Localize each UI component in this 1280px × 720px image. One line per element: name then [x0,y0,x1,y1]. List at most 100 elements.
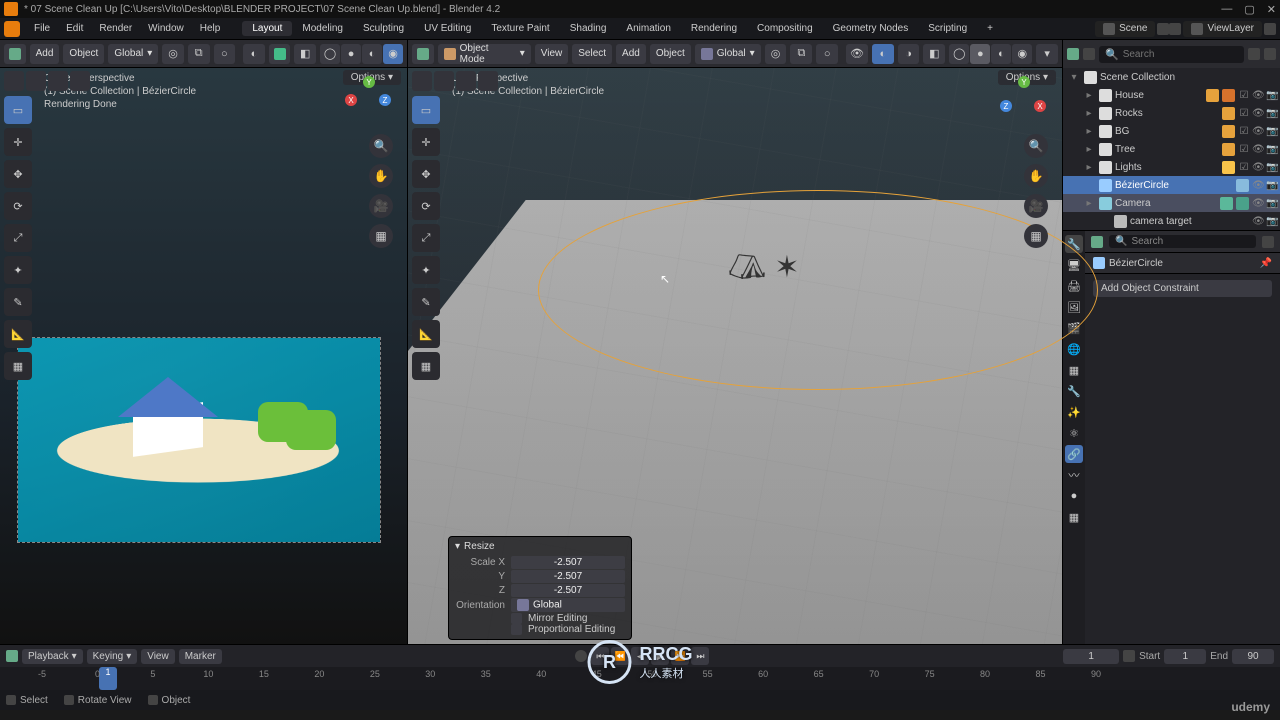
tool-add[interactable]: ▦ [412,352,440,380]
disclosure-triangle-icon[interactable] [1084,90,1094,101]
shading-rendered-icon[interactable]: ◉ [1012,44,1032,64]
nav-gizmo[interactable]: X Y Z [345,76,393,124]
outliner-editor-icon[interactable] [1067,48,1079,60]
minimize-icon[interactable]: — [1221,3,1232,16]
tab-shading[interactable]: Shading [560,21,617,36]
shading-solid-icon[interactable]: ● [970,44,990,64]
end-frame-field[interactable]: 90 [1232,649,1274,664]
close-icon[interactable]: ✕ [1267,3,1276,16]
props-tab-particle-icon[interactable]: ✨ [1065,403,1083,421]
props-tab-world-icon[interactable]: 🌐 [1065,340,1083,358]
camera-view-icon[interactable]: 🎥 [369,194,393,218]
xray-icon[interactable]: ◧ [923,44,945,64]
axis-z-ball[interactable]: Z [1000,100,1012,112]
perspective-icon[interactable]: ▦ [369,224,393,248]
play-icon[interactable]: ▶ [651,647,669,665]
props-tab-constraints-icon[interactable]: 🔗 [1065,445,1083,463]
disclosure-triangle-icon[interactable] [1084,144,1094,155]
tree-item-camera-target[interactable]: camera target 👁📷 [1063,212,1280,230]
outliner-filter-icon[interactable] [1248,48,1260,60]
tree-item-house[interactable]: House ☑👁📷 [1063,86,1280,104]
orientation-dropdown[interactable]: Global ▾ [108,44,158,64]
menu-marker[interactable]: Marker [179,649,222,664]
render-icon[interactable]: 📷 [1266,162,1278,173]
gizmos-icon[interactable]: ◐ [872,44,894,64]
props-tab-modifier-icon[interactable]: 🔧 [1065,382,1083,400]
tab-animation[interactable]: Animation [616,21,680,36]
keyframe-next-icon[interactable]: ⏩ [671,647,689,665]
viewport-left[interactable]: Add Object Global ▾ ◎ ⧉ ○ ◐ ◧ ◯ ● ◐ ◉ Op… [0,40,408,644]
maximize-icon[interactable]: ▢ [1244,3,1254,16]
tool-transform[interactable]: ✦ [412,256,440,284]
tree-item-rocks[interactable]: Rocks ☑👁📷 [1063,104,1280,122]
outliner-display-mode-icon[interactable] [1083,48,1095,60]
pan-icon[interactable]: ✋ [369,164,393,188]
properties-editor-icon[interactable] [1091,236,1103,248]
add-workspace[interactable]: + [977,21,1003,36]
gizmos-icon[interactable]: ◐ [243,44,265,64]
disclosure-triangle-icon[interactable]: ▾ [455,541,460,552]
disclosure-triangle-icon[interactable] [1069,72,1079,83]
axis-y-ball[interactable]: Y [363,76,375,88]
props-tab-material-icon[interactable]: ● [1065,487,1083,505]
exclude-checkbox[interactable]: ☑ [1238,90,1250,101]
visibility-icon[interactable]: 👁 [846,44,868,64]
editor-type-icon[interactable] [412,44,434,64]
snap-icon[interactable]: ⧉ [790,44,812,64]
props-tab-physics-icon[interactable]: ⚛ [1065,424,1083,442]
menu-add[interactable]: Add [30,44,60,64]
eye-icon[interactable]: 👁 [1252,144,1264,155]
xray-icon[interactable]: ◧ [294,44,316,64]
jump-start-icon[interactable]: ⏮ [591,647,609,665]
editor-type-icon[interactable] [4,44,26,64]
tool-select-box[interactable]: ▭ [412,96,440,124]
render-icon[interactable]: 📷 [1266,90,1278,101]
scene-selector[interactable]: Scene [1095,21,1155,37]
browse-scene-icon[interactable] [1157,23,1169,35]
tool-annotate[interactable]: ✎ [4,288,32,316]
disclosure-triangle-icon[interactable] [1084,108,1094,119]
disclosure-triangle-icon[interactable] [1084,162,1094,173]
scale-y-field[interactable]: -2.507 [511,570,625,583]
eye-icon[interactable]: 👁 [1252,162,1264,173]
timeline-editor-icon[interactable] [6,650,18,662]
proportional-editing-checkbox[interactable] [511,624,522,635]
pin-icon[interactable]: 📌 [1260,258,1272,269]
zoom-icon[interactable]: 🔍 [1024,134,1048,158]
shading-matprev-icon[interactable]: ◐ [362,44,382,64]
tree-scene-collection[interactable]: Scene Collection [1063,68,1280,86]
axis-z-ball[interactable]: Z [379,94,391,106]
menu-render[interactable]: Render [91,21,140,36]
tree-item-lights[interactable]: Lights ☑👁📷 [1063,158,1280,176]
tool-measure[interactable]: 📐 [4,320,32,348]
select-mode-subtract-icon[interactable] [456,71,476,91]
menu-playback[interactable]: Playback ▾ [22,649,83,664]
outliner-tree[interactable]: Scene Collection House ☑👁📷 Rocks ☑👁📷 [1063,68,1280,230]
menu-edit[interactable]: Edit [58,21,91,36]
select-mode-box-icon[interactable] [412,71,432,91]
properties-search[interactable]: 🔍Search [1109,235,1256,248]
tool-scale[interactable]: ⤢ [4,224,32,252]
keyframe-prev-icon[interactable]: ⏪ [611,647,629,665]
viewport-right[interactable]: Object Mode ▾ View Select Add Object Glo… [408,40,1062,644]
tool-annotate[interactable]: ✎ [412,288,440,316]
render-icon[interactable]: 📷 [1266,198,1278,209]
tool-move[interactable]: ✥ [4,160,32,188]
eye-icon[interactable]: 👁 [1252,126,1264,137]
scale-x-field[interactable]: -2.507 [511,556,625,569]
render-icon[interactable]: 📷 [1266,180,1278,191]
mirror-editing-checkbox[interactable] [511,613,522,624]
scale-z-field[interactable]: -2.507 [511,584,625,597]
exclude-checkbox[interactable]: ☑ [1238,126,1250,137]
render-icon[interactable]: 📷 [1266,144,1278,155]
start-frame-field[interactable]: 1 [1164,649,1206,664]
menu-add[interactable]: Add [616,44,646,64]
options-icon[interactable] [1262,236,1274,248]
shading-wire-icon[interactable]: ◯ [949,44,969,64]
disclosure-triangle-icon[interactable] [1084,198,1094,209]
tab-texture-paint[interactable]: Texture Paint [481,21,559,36]
menu-select[interactable]: Select [572,44,612,64]
timeline-ruler[interactable]: 1 -5051015202530354045505560657075808590 [0,667,1280,690]
select-mode-intersect-icon[interactable] [70,71,90,91]
blender-logo-icon[interactable] [4,21,20,37]
